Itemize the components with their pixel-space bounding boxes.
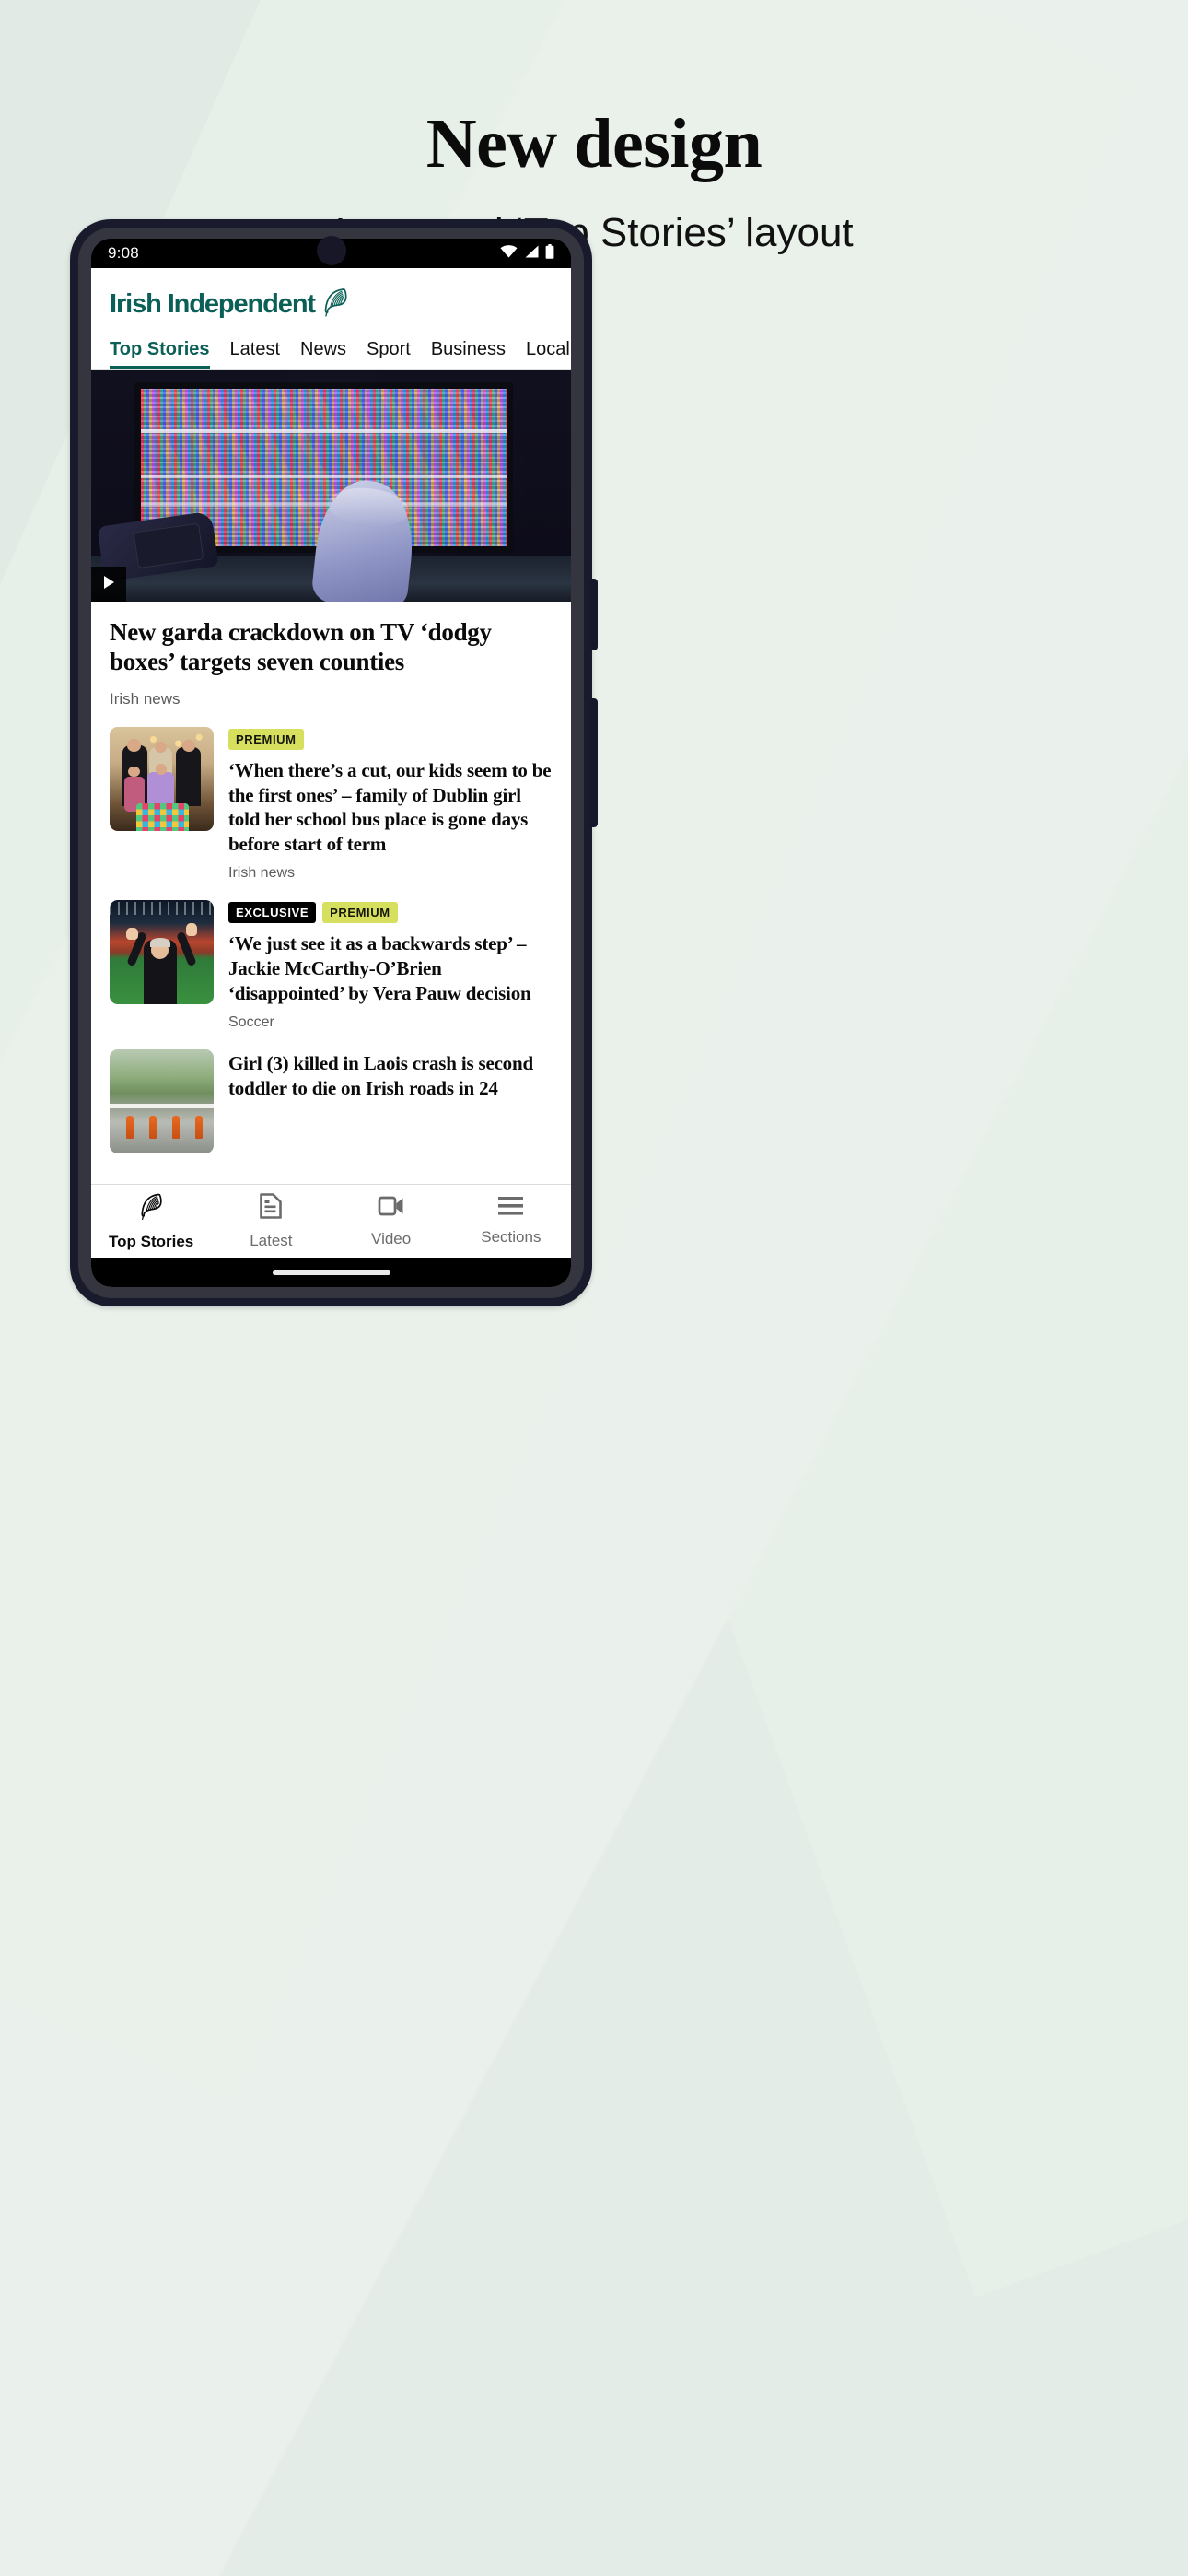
top-stories-list: PREMIUM ‘When there’s a cut, our kids se… — [91, 708, 571, 1153]
list-item[interactable]: Girl (3) killed in Laois crash is second… — [91, 1031, 571, 1153]
hero-article-text[interactable]: New garda crackdown on TV ‘dodgy boxes’ … — [91, 602, 571, 708]
badge-row: EXCLUSIVE PREMIUM — [228, 902, 553, 924]
article-kicker: Soccer — [228, 1013, 274, 1030]
article-headline: ‘We just see it as a backwards step’ – J… — [228, 932, 531, 1004]
bottom-nav-sections[interactable]: Sections — [451, 1196, 571, 1247]
harp-icon — [139, 1192, 163, 1225]
article-text: EXCLUSIVE PREMIUM ‘We just see it as a b… — [228, 900, 553, 1031]
phone-side-button-power[interactable] — [590, 698, 598, 827]
article-text: Girl (3) killed in Laois crash is second… — [228, 1049, 553, 1153]
harp-logo-icon — [322, 287, 348, 322]
list-item[interactable]: PREMIUM ‘When there’s a cut, our kids se… — [91, 708, 571, 883]
page-title: New design — [425, 105, 763, 182]
stadium-lights — [110, 902, 214, 916]
tv-glitch-line — [140, 429, 507, 434]
hero-headline: New garda crackdown on TV ‘dodgy boxes’ … — [110, 618, 492, 675]
tab-top-stories[interactable]: Top Stories — [110, 339, 210, 369]
tab-business[interactable]: Business — [431, 339, 506, 369]
article-thumbnail[interactable] — [110, 900, 214, 1005]
road-photo — [110, 1048, 214, 1153]
bottom-nav-label: Video — [371, 1230, 412, 1247]
cellular-signal-icon — [524, 245, 539, 263]
status-bar-clock: 9:08 — [108, 244, 139, 262]
masthead-title: Irish Independent — [110, 289, 316, 319]
list-item[interactable]: EXCLUSIVE PREMIUM ‘We just see it as a b… — [91, 882, 571, 1031]
tab-news[interactable]: News — [300, 339, 346, 369]
video-camera-icon — [378, 1194, 405, 1223]
bottom-nav-label: Latest — [250, 1232, 293, 1249]
status-bar-icons — [500, 243, 554, 263]
tab-local-news[interactable]: Local News — [526, 339, 571, 369]
badge-row: PREMIUM — [228, 728, 553, 750]
tab-latest[interactable]: Latest — [230, 339, 280, 369]
play-button[interactable] — [91, 567, 126, 602]
gesture-bar-area — [91, 1258, 571, 1287]
wifi-icon — [500, 244, 518, 263]
bottom-nav-top-stories[interactable]: Top Stories — [91, 1192, 211, 1251]
premium-badge: PREMIUM — [228, 728, 304, 750]
premium-badge: PREMIUM — [322, 902, 398, 924]
bottom-nav-label: Top Stories — [109, 1232, 194, 1250]
play-icon — [102, 575, 115, 594]
exclusive-badge: EXCLUSIVE — [228, 902, 317, 924]
guard-rail — [110, 1103, 214, 1109]
bottom-nav-label: Sections — [481, 1228, 542, 1246]
article-thumbnail[interactable] — [110, 1048, 214, 1153]
phone-mockup: 9:08 Irish Independent Top Stories Lates… — [70, 219, 598, 1306]
battery-icon — [545, 243, 554, 263]
phone-screen: 9:08 Irish Independent Top Stories Lates… — [91, 239, 571, 1287]
phone-side-button-volume[interactable] — [590, 579, 598, 650]
hero-kicker: Irish news — [110, 689, 181, 708]
tab-sport[interactable]: Sport — [367, 339, 411, 369]
article-kicker: Irish news — [228, 865, 296, 882]
article-headline: ‘When there’s a cut, our kids seem to be… — [228, 758, 552, 856]
article-text: PREMIUM ‘When there’s a cut, our kids se… — [228, 727, 553, 883]
article-thumbnail[interactable] — [110, 726, 214, 831]
app-masthead: Irish Independent — [91, 268, 571, 329]
hero-photo-backdrop — [91, 370, 571, 602]
front-camera-notch — [316, 236, 346, 265]
family-photo — [110, 726, 214, 831]
tv-remote — [133, 522, 204, 568]
soccer-photo — [110, 900, 214, 1005]
hero-article-image[interactable] — [91, 370, 571, 602]
hamburger-menu-icon — [497, 1196, 524, 1221]
tv-glitch-line — [140, 502, 507, 508]
bottom-nav-video[interactable]: Video — [332, 1194, 451, 1248]
article-headline: Girl (3) killed in Laois crash is second… — [228, 1051, 533, 1099]
bottom-nav-latest[interactable]: Latest — [211, 1192, 331, 1250]
app-content: Irish Independent Top Stories Latest New… — [91, 268, 571, 1287]
tv-glitch-line — [140, 475, 507, 478]
promo-header: New design Improved ‘Top Stories’ layout — [0, 0, 1188, 257]
bottom-navigation-bar[interactable]: Top Stories Latest Video Sections — [91, 1184, 571, 1258]
section-tab-bar[interactable]: Top Stories Latest News Sport Business L… — [91, 329, 571, 370]
home-gesture-bar[interactable] — [272, 1270, 390, 1275]
document-icon — [259, 1192, 283, 1224]
